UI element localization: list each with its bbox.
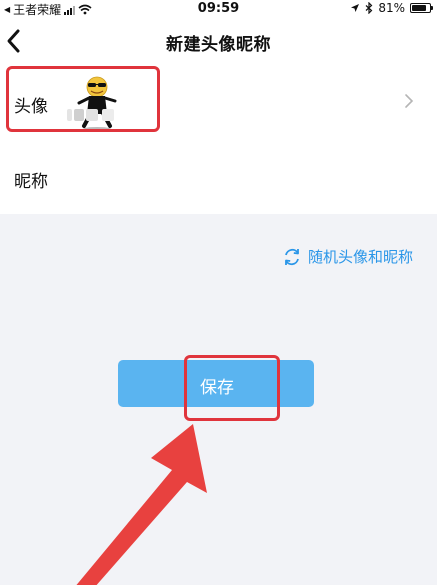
battery-percent: 81% (378, 1, 405, 15)
location-icon (351, 4, 360, 12)
blur-block (86, 109, 98, 121)
chevron-right-icon (405, 94, 414, 108)
random-avatar-nickname-button[interactable]: 随机头像和昵称 (282, 246, 413, 267)
avatar-row[interactable]: 头像 (0, 64, 437, 139)
blur-block (74, 109, 84, 121)
avatar-image[interactable] (76, 76, 118, 132)
nickname-label: 昵称 (14, 172, 48, 192)
save-button-label: 保存 (200, 378, 234, 398)
bluetooth-icon (365, 2, 373, 14)
status-bar: ◀ 王者荣耀 09:59 81% (0, 0, 437, 18)
status-right: 81% (350, 1, 433, 15)
avatar-label: 头像 (14, 97, 48, 117)
battery-icon (410, 3, 433, 13)
nickname-row[interactable]: 昵称 (0, 139, 437, 214)
save-button[interactable]: 保存 (118, 360, 314, 407)
page-title: 新建头像昵称 (166, 35, 271, 55)
random-button-label: 随机头像和昵称 (307, 248, 413, 266)
refresh-icon (285, 248, 299, 265)
blur-block (67, 109, 72, 121)
profile-form: 头像 昵称 (0, 64, 437, 214)
blur-block (102, 109, 114, 121)
nav-bar: 新建头像昵称 (0, 18, 437, 64)
